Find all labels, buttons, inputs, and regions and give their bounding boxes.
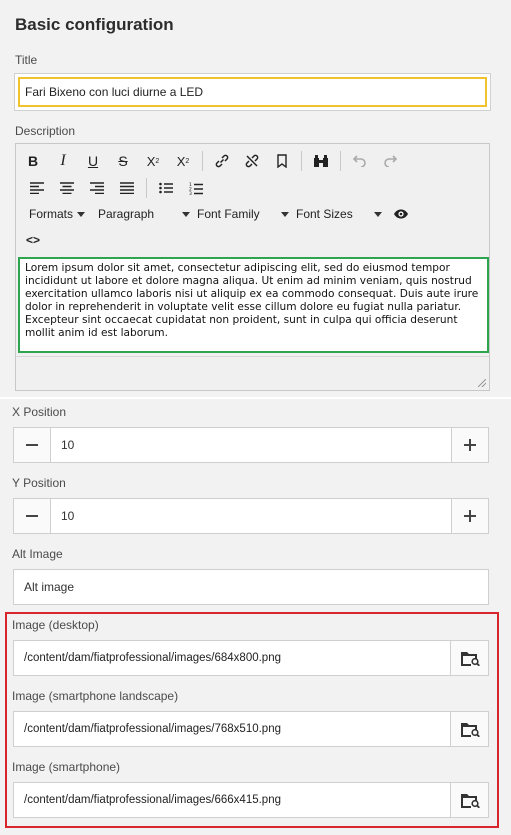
numbered-list-icon[interactable]: 123 <box>181 175 211 201</box>
font-family-label: Font Family <box>197 207 260 221</box>
alt-image-input[interactable]: Alt image <box>13 569 489 605</box>
source-code-icon[interactable]: <> <box>24 227 42 253</box>
align-left-icon[interactable] <box>22 175 52 201</box>
image-smartphone-path-input[interactable]: /content/dam/fiatprofessional/images/666… <box>14 783 450 817</box>
toolbar-row-2: 123 <box>22 175 211 201</box>
x-position-input[interactable]: 10 <box>50 428 452 462</box>
y-position-label: Y Position <box>12 476 66 490</box>
image-landscape-path-input[interactable]: /content/dam/fiatprofessional/images/768… <box>14 712 450 746</box>
paragraph-dropdown[interactable]: Paragraph <box>98 201 197 227</box>
link-icon[interactable] <box>207 148 237 174</box>
paragraph-label: Paragraph <box>98 207 155 221</box>
undo-icon[interactable] <box>345 148 375 174</box>
image-desktop-field: /content/dam/fiatprofessional/images/684… <box>13 640 489 676</box>
x-position-label: X Position <box>12 405 67 419</box>
svg-text:3: 3 <box>189 191 192 195</box>
toolbar-divider <box>301 151 302 171</box>
folder-search-icon <box>460 794 480 808</box>
font-sizes-dropdown[interactable]: Font Sizes <box>296 201 386 227</box>
unlink-icon[interactable] <box>237 148 267 174</box>
minus-icon <box>26 515 38 517</box>
y-position-input[interactable]: 10 <box>50 499 452 533</box>
resize-handle-icon[interactable] <box>478 379 486 387</box>
editor-status-bar <box>16 356 489 390</box>
toolbar-row-4: <> <box>24 227 42 253</box>
bookmark-icon[interactable] <box>267 148 297 174</box>
rich-text-editor: B I U S X2 X2 1 2 3 Formats Paragraph Fo… <box>15 143 490 391</box>
toolbar-row-1: B I U S X2 X2 <box>18 148 405 174</box>
minus-icon <box>26 444 38 446</box>
chevron-down-icon <box>182 211 190 217</box>
image-landscape-field: /content/dam/fiatprofessional/images/768… <box>13 711 489 747</box>
x-decrement-button[interactable] <box>14 428 50 462</box>
formats-label: Formats <box>29 207 74 221</box>
plus-icon <box>464 439 476 451</box>
align-center-icon[interactable] <box>52 175 82 201</box>
image-landscape-label: Image (smartphone landscape) <box>12 689 179 703</box>
alt-image-label: Alt Image <box>12 547 63 561</box>
chevron-down-icon <box>77 211 86 217</box>
folder-search-icon <box>460 723 480 737</box>
browse-assets-button[interactable] <box>450 783 488 817</box>
chevron-down-icon <box>374 211 382 217</box>
align-justify-icon[interactable] <box>112 175 142 201</box>
strikethrough-icon[interactable]: S <box>108 148 138 174</box>
y-increment-button[interactable] <box>452 499 488 533</box>
title-label: Title <box>15 53 38 67</box>
image-desktop-label: Image (desktop) <box>12 618 99 632</box>
superscript-icon[interactable]: X2 <box>168 148 198 174</box>
y-position-stepper: 10 <box>13 498 489 534</box>
browse-assets-button[interactable] <box>450 641 488 675</box>
bold-icon[interactable]: B <box>18 148 48 174</box>
section-heading: Basic configuration <box>15 15 174 34</box>
toolbar-divider <box>202 151 203 171</box>
redo-icon[interactable] <box>375 148 405 174</box>
description-label: Description <box>15 124 76 138</box>
formats-dropdown[interactable]: Formats <box>29 201 98 227</box>
folder-search-icon <box>460 652 480 666</box>
toolbar-divider <box>146 178 147 198</box>
italic-icon[interactable]: I <box>48 148 78 174</box>
title-field-wrapper <box>14 73 491 111</box>
chevron-down-icon <box>281 211 289 217</box>
underline-icon[interactable]: U <box>78 148 108 174</box>
bullet-list-icon[interactable] <box>151 175 181 201</box>
toolbar-row-3: Formats Paragraph Font Family Font Sizes <box>29 201 416 227</box>
font-sizes-label: Font Sizes <box>296 207 353 221</box>
image-smartphone-field: /content/dam/fiatprofessional/images/666… <box>13 782 489 818</box>
align-right-icon[interactable] <box>82 175 112 201</box>
section-divider <box>0 397 511 399</box>
y-decrement-button[interactable] <box>14 499 50 533</box>
description-body[interactable]: Lorem ipsum dolor sit amet, consectetur … <box>18 257 489 353</box>
font-family-dropdown[interactable]: Font Family <box>197 201 296 227</box>
image-smartphone-label: Image (smartphone) <box>12 760 121 774</box>
browse-assets-button[interactable] <box>450 712 488 746</box>
find-replace-icon[interactable] <box>306 148 336 174</box>
image-desktop-path-input[interactable]: /content/dam/fiatprofessional/images/684… <box>14 641 450 675</box>
x-increment-button[interactable] <box>452 428 488 462</box>
title-input[interactable] <box>18 77 487 107</box>
x-position-stepper: 10 <box>13 427 489 463</box>
toolbar-divider <box>340 151 341 171</box>
plus-icon <box>464 510 476 522</box>
preview-eye-icon[interactable] <box>386 201 416 227</box>
subscript-icon[interactable]: X2 <box>138 148 168 174</box>
